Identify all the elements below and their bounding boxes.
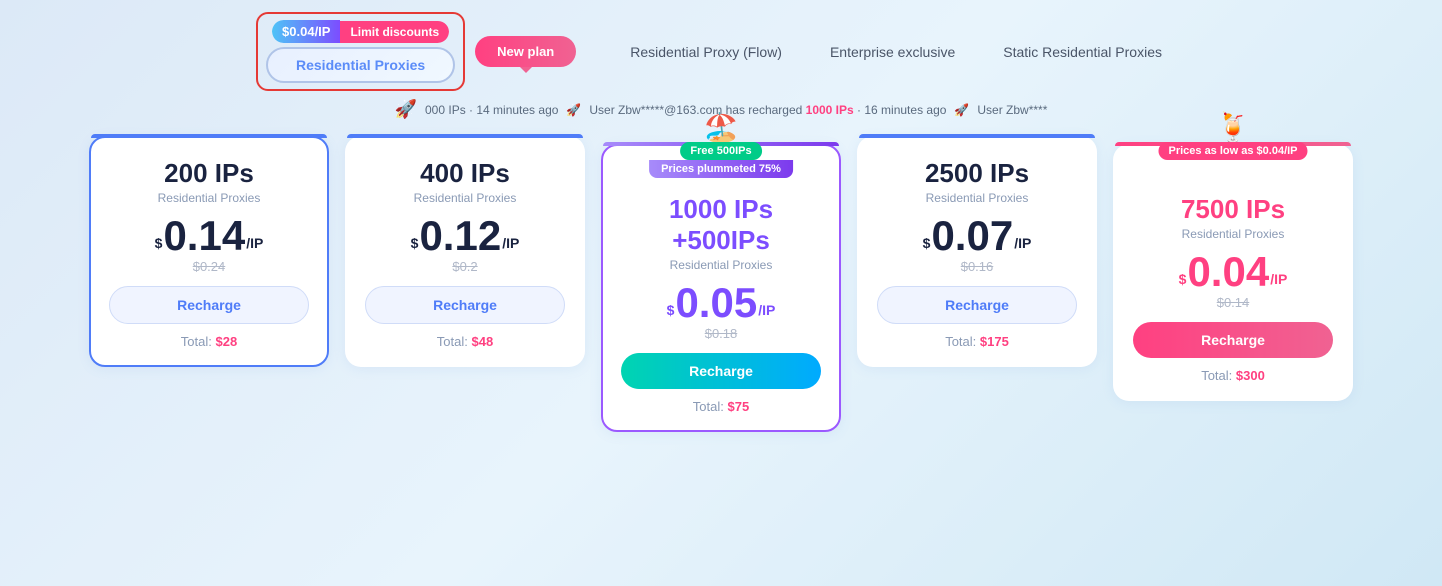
price-dollar-2500: $	[923, 235, 931, 251]
plan-total-2500: Total: $175	[877, 334, 1077, 349]
tab-flow[interactable]: Residential Proxy (Flow)	[606, 36, 806, 68]
plan-card-1000: 🏖️ Free 500IPs Prices plummeted 75% 1000…	[601, 144, 841, 432]
plan-card-400: 400 IPs Residential Proxies $ 0.12 /IP $…	[345, 136, 585, 367]
plan-type-400: Residential Proxies	[365, 191, 565, 205]
plan-ip-400: 400 IPs	[365, 158, 565, 189]
total-price-200: $28	[215, 334, 237, 349]
price-dollar-1000: $	[667, 302, 675, 318]
recharge-btn-200[interactable]: Recharge	[109, 286, 309, 324]
plan-price-row-200: $ 0.14 /IP	[109, 215, 309, 257]
total-price-7500: $300	[1236, 368, 1265, 383]
recharge-btn-400[interactable]: Recharge	[365, 286, 565, 324]
plan-ip-200: 200 IPs	[109, 158, 309, 189]
plan-price-row-2500: $ 0.07 /IP	[877, 215, 1077, 257]
price-unit-400: /IP	[502, 235, 519, 251]
banner-tag-7500: Prices as low as $0.04/IP	[1158, 142, 1307, 160]
plan-price-row-400: $ 0.12 /IP	[365, 215, 565, 257]
price-original-2500: $0.16	[877, 259, 1077, 274]
plan-type-200: Residential Proxies	[109, 191, 309, 205]
tab-static[interactable]: Static Residential Proxies	[979, 36, 1186, 68]
limit-text: Limit discounts	[340, 21, 449, 43]
plan-card-200: 200 IPs Residential Proxies $ 0.14 /IP $…	[89, 136, 329, 367]
price-original-400: $0.2	[365, 259, 565, 274]
tab-residential[interactable]: Residential Proxies	[266, 47, 455, 83]
plan-price-row-7500: $ 0.04 /IP	[1133, 251, 1333, 293]
price-main-400: 0.12	[419, 215, 501, 257]
plan-ip-7500: 7500 IPs	[1133, 194, 1333, 225]
banner-emoji-7500: 🍹	[1216, 114, 1251, 142]
plan-total-200: Total: $28	[109, 334, 309, 349]
card-top-bar-200	[91, 134, 327, 138]
plan-total-7500: Total: $300	[1133, 368, 1333, 383]
plan-card-7500: 🍹 Prices as low as $0.04/IP 7500 IPs Res…	[1113, 144, 1353, 401]
price-main-200: 0.14	[163, 215, 245, 257]
price-dollar-7500: $	[1179, 271, 1187, 287]
ticker-text-3: User Zbw****	[977, 103, 1047, 117]
banner-emoji-1000: 🏖️	[704, 114, 739, 142]
plan-ip-2500: 2500 IPs	[877, 158, 1077, 189]
price-unit-200: /IP	[246, 235, 263, 251]
total-price-1000: $75	[727, 399, 749, 414]
price-main-7500: 0.04	[1187, 251, 1269, 293]
plan-type-1000: Residential Proxies	[621, 258, 821, 272]
card-banner-7500: 🍹 Prices as low as $0.04/IP	[1158, 114, 1307, 160]
limit-price: $0.04/IP	[272, 20, 340, 43]
price-dollar-200: $	[155, 235, 163, 251]
banner-tag-free: Free 500IPs	[680, 142, 761, 160]
price-unit-1000: /IP	[758, 302, 775, 318]
ticker-highlight: 1000 IPs	[806, 103, 854, 117]
plan-card-2500: 2500 IPs Residential Proxies $ 0.07 /IP …	[857, 136, 1097, 367]
banner-sub-tag-1000: Prices plummeted 75%	[649, 160, 793, 178]
recharge-btn-2500[interactable]: Recharge	[877, 286, 1077, 324]
plan-ip-1000: 1000 IPs +500IPs	[621, 194, 821, 256]
total-price-2500: $175	[980, 334, 1009, 349]
card-top-bar-2500	[859, 134, 1095, 138]
plans-grid: 200 IPs Residential Proxies $ 0.14 /IP $…	[20, 136, 1422, 432]
recharge-btn-7500[interactable]: Recharge	[1133, 322, 1333, 358]
ticker-icon-3: 🚀	[954, 103, 969, 117]
plan-total-400: Total: $48	[365, 334, 565, 349]
page-wrapper: $0.04/IP Limit discounts Residential Pro…	[0, 0, 1442, 586]
ticker-text-1: 000 IPs · 14 minutes ago	[425, 103, 558, 117]
tab-highlight-box: $0.04/IP Limit discounts Residential Pro…	[256, 12, 465, 91]
recharge-btn-1000[interactable]: Recharge	[621, 353, 821, 389]
plan-total-1000: Total: $75	[621, 399, 821, 414]
price-original-200: $0.24	[109, 259, 309, 274]
price-original-1000: $0.18	[621, 326, 821, 341]
total-price-400: $48	[471, 334, 493, 349]
limit-badge[interactable]: $0.04/IP Limit discounts	[272, 20, 449, 43]
card-banner-1000: 🏖️ Free 500IPs Prices plummeted 75%	[649, 114, 793, 178]
plan-price-row-1000: $ 0.05 /IP	[621, 282, 821, 324]
price-unit-7500: /IP	[1270, 271, 1287, 287]
price-original-7500: $0.14	[1133, 295, 1333, 310]
spacer-7500	[1133, 166, 1333, 194]
price-unit-2500: /IP	[1014, 235, 1031, 251]
tab-enterprise[interactable]: Enterprise exclusive	[806, 36, 979, 68]
price-dollar-400: $	[411, 235, 419, 251]
new-plan-badge[interactable]: New plan	[475, 36, 576, 67]
ticker-icon-2: 🚀	[566, 103, 581, 117]
card-top-bar-400	[347, 134, 583, 138]
price-main-1000: 0.05	[675, 282, 757, 324]
ticker-icon-1: 🚀	[395, 99, 417, 120]
price-main-2500: 0.07	[931, 215, 1013, 257]
plan-type-2500: Residential Proxies	[877, 191, 1077, 205]
plan-type-7500: Residential Proxies	[1133, 227, 1333, 241]
top-nav: $0.04/IP Limit discounts Residential Pro…	[20, 12, 1422, 91]
